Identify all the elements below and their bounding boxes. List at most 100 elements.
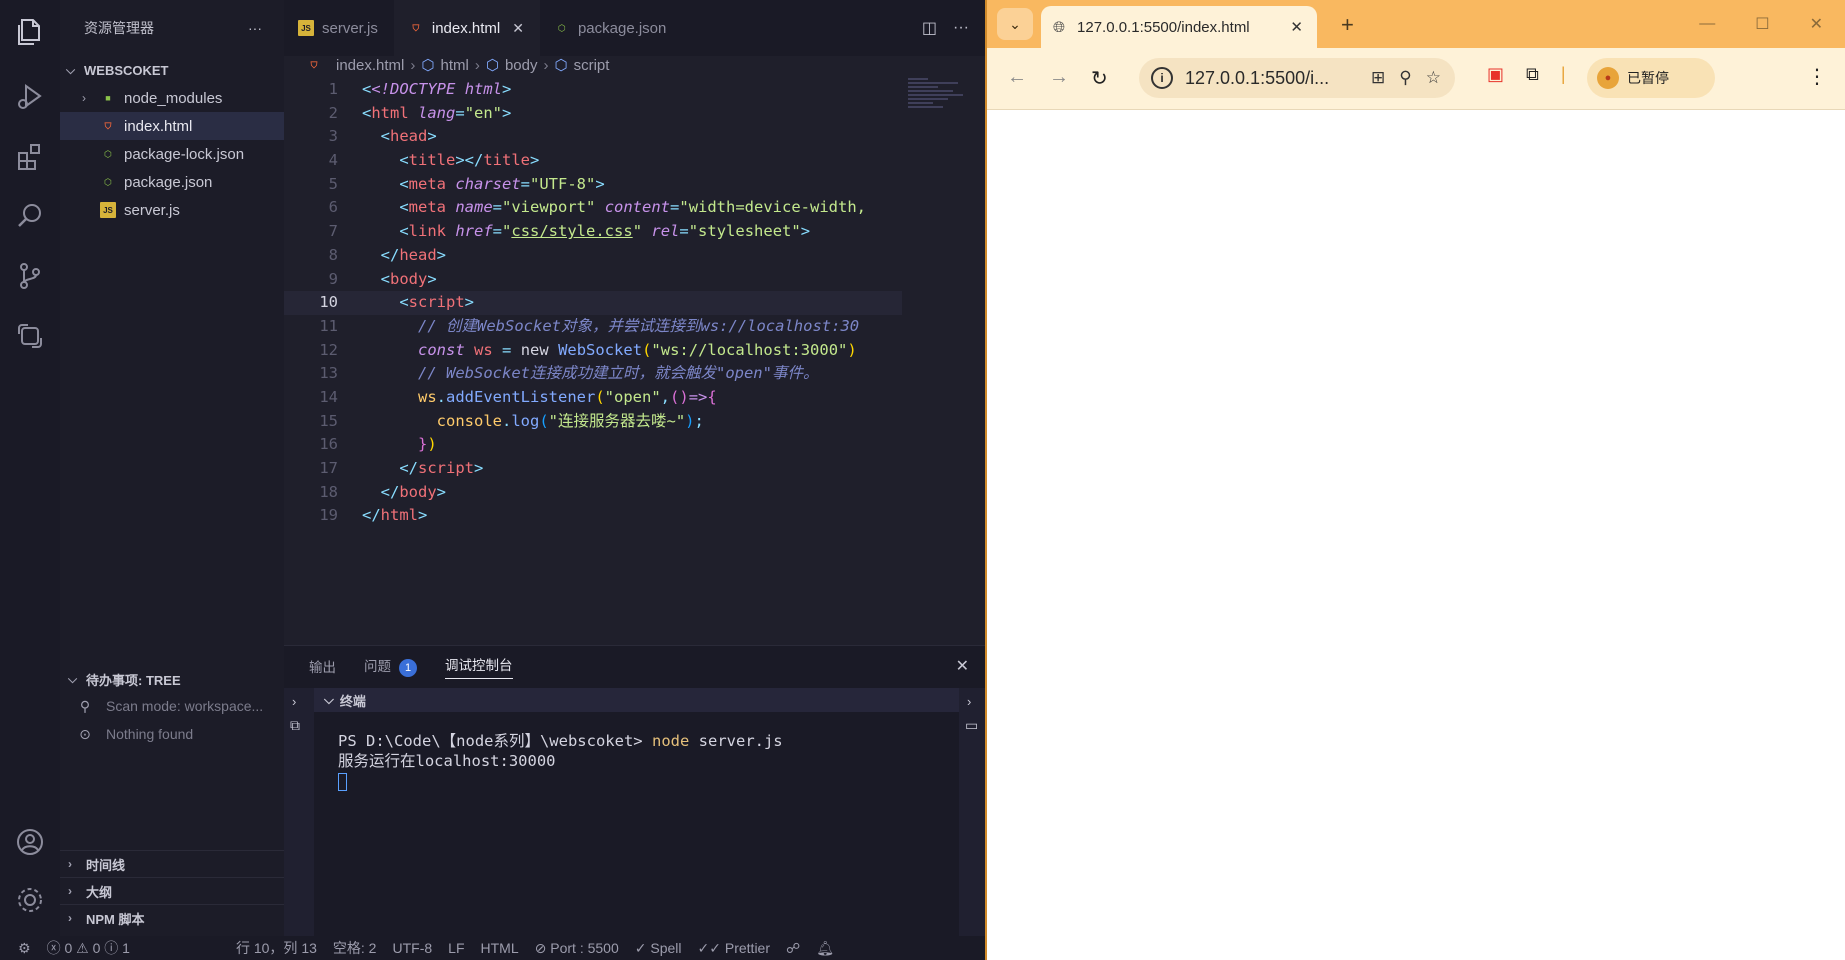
- indentation[interactable]: 空格: 2: [333, 938, 377, 958]
- html5-file-icon: ⛉: [412, 23, 420, 33]
- search-icon[interactable]: [10, 196, 50, 236]
- line-number: 5: [328, 174, 338, 193]
- check-icon: ✓: [634, 939, 647, 956]
- remote-icon[interactable]: ⚙: [18, 940, 31, 957]
- language-mode[interactable]: HTML: [481, 940, 519, 956]
- breadcrumb-item[interactable]: html: [440, 57, 468, 74]
- file-label: index.html: [124, 117, 193, 135]
- breadcrumb-item[interactable]: body: [505, 57, 538, 74]
- tab-server-js[interactable]: JS server.js: [284, 0, 394, 56]
- section-outline[interactable]: › 大纲: [60, 878, 284, 904]
- source-control-icon[interactable]: [10, 256, 50, 296]
- code-line: 18 </body>: [284, 481, 902, 505]
- spell-check[interactable]: ✓ Spell: [635, 940, 682, 957]
- element-icon: ⬡: [554, 57, 568, 74]
- file-label: node_modules: [124, 89, 223, 107]
- close-window-icon[interactable]: ✕: [1810, 14, 1823, 34]
- line-number: 14: [319, 387, 338, 406]
- line-number: 9: [328, 269, 338, 288]
- browser-tab-active[interactable]: 🌐︎ 127.0.0.1:5500/index.html ✕: [1041, 6, 1317, 48]
- tab-debug-console[interactable]: 调试控制台: [445, 654, 513, 679]
- workspace-folder[interactable]: ⌵ WEBSCOKET: [60, 56, 284, 84]
- site-info-icon[interactable]: i: [1151, 67, 1173, 89]
- chevron-right-icon: ›: [68, 857, 72, 871]
- section-timeline[interactable]: › 时间线: [60, 851, 284, 877]
- file-index-html[interactable]: ⛉ index.html: [60, 112, 284, 140]
- section-npm-scripts[interactable]: › NPM 脚本: [60, 905, 284, 931]
- file-package-json[interactable]: ⬡ package.json: [60, 168, 284, 196]
- terminal-header[interactable]: ⌵ 终端: [314, 688, 959, 712]
- cursor-position[interactable]: 行 10，列 13: [236, 938, 317, 958]
- explorer-icon[interactable]: [10, 12, 50, 52]
- new-tab-button[interactable]: +: [1341, 12, 1354, 38]
- minimap[interactable]: [908, 78, 968, 118]
- breadcrumb-item[interactable]: index.html: [336, 57, 404, 74]
- tab-search-button[interactable]: ⌄: [997, 8, 1033, 40]
- zoom-icon[interactable]: ⚲: [1399, 68, 1411, 88]
- terminal-output[interactable]: PS D:\Code\【node系列】\webscoket> node serv…: [338, 731, 783, 791]
- profile-paused-button[interactable]: ● 已暂停: [1587, 58, 1715, 98]
- debug-console-icon[interactable]: ⧉: [284, 709, 314, 734]
- file-server-js[interactable]: JS server.js: [60, 196, 284, 224]
- more-actions-icon[interactable]: ···: [953, 19, 969, 37]
- page-viewport[interactable]: [987, 110, 1845, 960]
- url-text: 127.0.0.1:5500/i...: [1185, 67, 1330, 88]
- settings-gear-icon[interactable]: [10, 880, 50, 920]
- todo-tree-header[interactable]: ⌵ 待办事项: TREE: [60, 666, 284, 692]
- chevron-right-icon[interactable]: ›: [284, 688, 314, 709]
- sidebar-more-button[interactable]: ···: [248, 20, 262, 36]
- translate-icon[interactable]: ⊞: [1371, 68, 1385, 88]
- todo-scan-mode[interactable]: ⚲ Scan mode: workspace...: [60, 692, 284, 720]
- prettier-status[interactable]: ✓✓ Prettier: [698, 940, 770, 957]
- panel-tabs: 输出 问题 1 调试控制台: [284, 646, 985, 686]
- back-arrow-icon[interactable]: ←: [1007, 66, 1027, 89]
- address-bar[interactable]: i 127.0.0.1:5500/i... ⊞ ⚲ ☆: [1139, 58, 1455, 98]
- todo-nothing-found: ⊙ Nothing found: [60, 720, 284, 748]
- extensions-puzzle-icon[interactable]: ⧉: [1526, 64, 1539, 85]
- forward-arrow-icon[interactable]: →: [1049, 66, 1069, 89]
- tab-package-json[interactable]: ⬡ package.json: [540, 0, 682, 56]
- code-line: 8 </head>: [284, 244, 902, 268]
- sidebar-title: 资源管理器: [84, 20, 154, 36]
- chevron-right-icon: ›: [68, 911, 72, 925]
- browser-menu-icon[interactable]: ⋮: [1807, 64, 1827, 89]
- split-editor-icon[interactable]: ◫: [922, 18, 937, 38]
- run-debug-icon[interactable]: [10, 76, 50, 116]
- tab-index-html[interactable]: ⛉ index.html ✕: [393, 0, 540, 56]
- encoding[interactable]: UTF-8: [392, 940, 432, 956]
- extensions-icon[interactable]: [10, 136, 50, 176]
- tab-output[interactable]: 输出: [309, 656, 336, 676]
- json-file-icon: ⬡: [558, 22, 566, 33]
- js-file-icon: JS: [100, 202, 116, 218]
- reload-icon[interactable]: ↻: [1091, 66, 1108, 91]
- file-package-lock-json[interactable]: ⬡ package-lock.json: [60, 140, 284, 168]
- file-label: package.json: [124, 173, 213, 191]
- collapsed-sections: › 时间线 › 大纲 › NPM 脚本: [60, 850, 284, 931]
- tab-problems[interactable]: 问题 1: [364, 655, 417, 677]
- account-icon[interactable]: [10, 822, 50, 862]
- line-number: 10: [319, 293, 338, 312]
- close-tab-icon[interactable]: ✕: [1290, 18, 1303, 36]
- extension-red-icon[interactable]: ▣: [1487, 64, 1504, 85]
- remote-explorer-icon[interactable]: [10, 316, 50, 356]
- close-icon[interactable]: ✕: [956, 656, 969, 676]
- feedback-icon[interactable]: ☍: [786, 940, 800, 957]
- avatar: ●: [1597, 67, 1619, 89]
- terminal-cursor: [338, 772, 347, 791]
- live-server-port[interactable]: ⊘ Port : 5500: [535, 940, 619, 957]
- code-editor[interactable]: 1 <<!DOCTYPE html> 2 <html lang="en"> 3 <h…: [284, 78, 902, 638]
- bookmark-star-icon[interactable]: ☆: [1426, 68, 1441, 88]
- browser-toolbar: ← → ↻ i 127.0.0.1:5500/i... ⊞ ⚲ ☆ ▣ ⧉ | …: [987, 48, 1845, 110]
- end-of-line[interactable]: LF: [448, 940, 464, 956]
- bell-icon[interactable]: 🔔︎: [816, 940, 834, 957]
- line-number: 2: [328, 103, 338, 122]
- sidebar-header: 资源管理器 ···: [60, 0, 284, 56]
- chevron-right-icon[interactable]: ›: [959, 688, 985, 709]
- maximize-icon[interactable]: ☐: [1755, 14, 1769, 34]
- file-node-modules[interactable]: › ■ node_modules: [60, 84, 284, 112]
- breadcrumb-item[interactable]: script: [574, 57, 610, 74]
- close-icon[interactable]: ✕: [512, 20, 524, 37]
- minimize-icon[interactable]: —: [1699, 15, 1715, 33]
- chat-icon[interactable]: ▭: [959, 709, 985, 734]
- problems-status[interactable]: ⓧ 0 ⚠ 0 ⓘ 1: [47, 938, 130, 958]
